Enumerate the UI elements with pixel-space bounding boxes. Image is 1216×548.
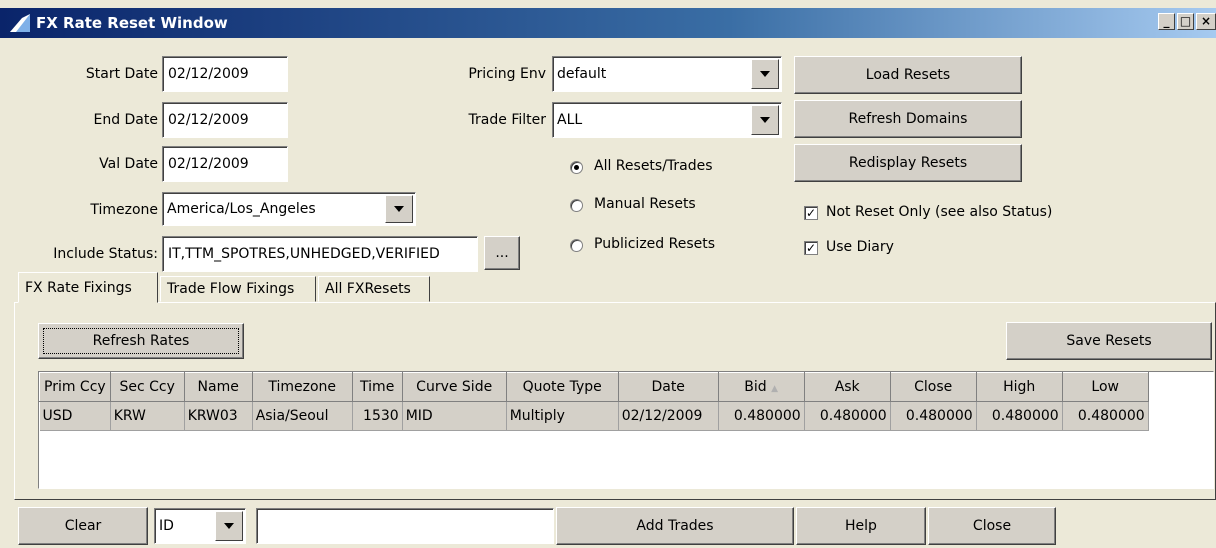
- end-date-field[interactable]: 02/12/2009: [162, 102, 288, 138]
- focus-ring: [43, 328, 239, 354]
- maximize-button[interactable]: □: [1177, 13, 1194, 30]
- chevron-down-icon[interactable]: [751, 59, 779, 89]
- trade-filter-label: Trade Filter: [468, 112, 546, 128]
- fixings-table[interactable]: Prim Ccy Sec Ccy Name Timezone Time Curv…: [38, 371, 1214, 489]
- include-status-field[interactable]: IT,TTM_SPOTRES,UNHEDGED,VERIFIED: [162, 236, 478, 272]
- include-status-browse-button[interactable]: ...: [484, 236, 520, 270]
- chevron-down-icon[interactable]: [385, 195, 413, 223]
- radio-manual-resets-label[interactable]: Manual Resets: [594, 196, 696, 212]
- column-header-high[interactable]: High: [975, 372, 1063, 402]
- close-window-button[interactable]: ×: [1196, 13, 1216, 30]
- table-cell[interactable]: KRW: [110, 401, 185, 431]
- trade-filter-value: ALL: [557, 112, 583, 128]
- column-header-prim-ccy[interactable]: Prim Ccy: [39, 372, 111, 402]
- column-header-quote-type[interactable]: Quote Type: [505, 372, 619, 402]
- timezone-select[interactable]: America/Los_Angeles: [162, 192, 416, 226]
- column-header-close[interactable]: Close: [889, 372, 977, 402]
- table-cell[interactable]: KRW03: [184, 401, 253, 431]
- table-header-row: Prim Ccy Sec Ccy Name Timezone Time Curv…: [39, 372, 1149, 402]
- add-trades-button[interactable]: Add Trades: [556, 507, 794, 545]
- clear-button[interactable]: Clear: [18, 507, 148, 545]
- column-header-bid[interactable]: Bid ▲: [717, 372, 805, 402]
- not-reset-only-label[interactable]: Not Reset Only (see also Status): [826, 204, 1052, 220]
- radio-publicized-resets[interactable]: [570, 239, 583, 252]
- column-header-name[interactable]: Name: [183, 372, 253, 402]
- minimize-button[interactable]: _: [1158, 13, 1175, 30]
- val-date-field[interactable]: 02/12/2009: [162, 146, 288, 182]
- help-button[interactable]: Help: [796, 507, 926, 545]
- use-diary-label[interactable]: Use Diary: [826, 239, 894, 255]
- use-diary-checkbox[interactable]: ✓: [804, 241, 818, 255]
- id-select[interactable]: ID: [154, 508, 246, 544]
- table-cell[interactable]: 02/12/2009: [618, 401, 719, 431]
- radio-all-resets[interactable]: [570, 161, 583, 174]
- column-header-ask[interactable]: Ask: [803, 372, 891, 402]
- pricing-env-select[interactable]: default: [552, 56, 782, 92]
- tab-trade-flow-fixings[interactable]: Trade Flow Fixings: [160, 276, 316, 302]
- load-resets-button[interactable]: Load Resets: [794, 56, 1022, 94]
- id-select-value: ID: [159, 518, 174, 534]
- column-header-curve-side[interactable]: Curve Side: [401, 372, 507, 402]
- chevron-down-icon[interactable]: [751, 105, 779, 135]
- radio-publicized-resets-label[interactable]: Publicized Resets: [594, 236, 715, 252]
- pricing-env-label: Pricing Env: [468, 66, 546, 82]
- title-bar[interactable]: FX Rate Reset Window _ □ ×: [0, 8, 1216, 38]
- refresh-rates-button[interactable]: Refresh Rates: [38, 323, 244, 359]
- chevron-down-icon[interactable]: [215, 511, 243, 541]
- pricing-env-value: default: [557, 66, 607, 82]
- column-header-date[interactable]: Date: [617, 372, 719, 402]
- val-date-label: Val Date: [99, 156, 158, 172]
- tab-all-fxresets[interactable]: All FXResets: [318, 276, 430, 302]
- fixings-grid: Prim Ccy Sec Ccy Name Timezone Time Curv…: [39, 372, 1149, 431]
- table-cell[interactable]: 0.480000: [890, 401, 977, 431]
- table-cell[interactable]: 0.480000: [976, 401, 1063, 431]
- sort-ascending-icon: ▲: [771, 384, 779, 394]
- save-resets-button[interactable]: Save Resets: [1006, 322, 1212, 360]
- radio-manual-resets[interactable]: [570, 199, 583, 212]
- column-header-low[interactable]: Low: [1061, 372, 1149, 402]
- timezone-value: America/Los_Angeles: [167, 201, 316, 217]
- start-date-label: Start Date: [85, 66, 158, 82]
- column-header-bid-label: Bid: [744, 379, 767, 395]
- end-date-label: End Date: [93, 112, 158, 128]
- radio-all-resets-label[interactable]: All Resets/Trades: [594, 158, 713, 174]
- table-cell[interactable]: Multiply: [506, 401, 619, 431]
- include-status-label: Include Status:: [53, 246, 158, 262]
- table-cell[interactable]: USD: [39, 401, 111, 431]
- start-date-field[interactable]: 02/12/2009: [162, 56, 288, 92]
- trade-filter-select[interactable]: ALL: [552, 102, 782, 138]
- column-header-time[interactable]: Time: [351, 372, 403, 402]
- column-header-timezone[interactable]: Timezone: [251, 372, 353, 402]
- table-cell[interactable]: 0.480000: [804, 401, 891, 431]
- not-reset-only-checkbox[interactable]: ✓: [804, 206, 818, 220]
- close-button[interactable]: Close: [928, 507, 1056, 545]
- table-cell[interactable]: 1530: [352, 401, 403, 431]
- table-row[interactable]: USD KRW KRW03 Asia/Seoul 1530 MID Multip…: [39, 401, 1149, 431]
- table-cell[interactable]: 0.480000: [1062, 401, 1149, 431]
- table-cell[interactable]: Asia/Seoul: [252, 401, 353, 431]
- window-title: FX Rate Reset Window: [36, 14, 228, 32]
- table-cell[interactable]: MID: [402, 401, 507, 431]
- trade-id-input[interactable]: [256, 508, 554, 544]
- refresh-domains-button[interactable]: Refresh Domains: [794, 100, 1022, 138]
- tab-fx-rate-fixings[interactable]: FX Rate Fixings: [18, 272, 158, 303]
- app-logo-icon: [10, 14, 30, 32]
- timezone-label: Timezone: [90, 202, 158, 218]
- column-header-sec-ccy[interactable]: Sec Ccy: [109, 372, 185, 402]
- redisplay-resets-button[interactable]: Redisplay Resets: [794, 144, 1022, 182]
- table-cell[interactable]: 0.480000: [718, 401, 805, 431]
